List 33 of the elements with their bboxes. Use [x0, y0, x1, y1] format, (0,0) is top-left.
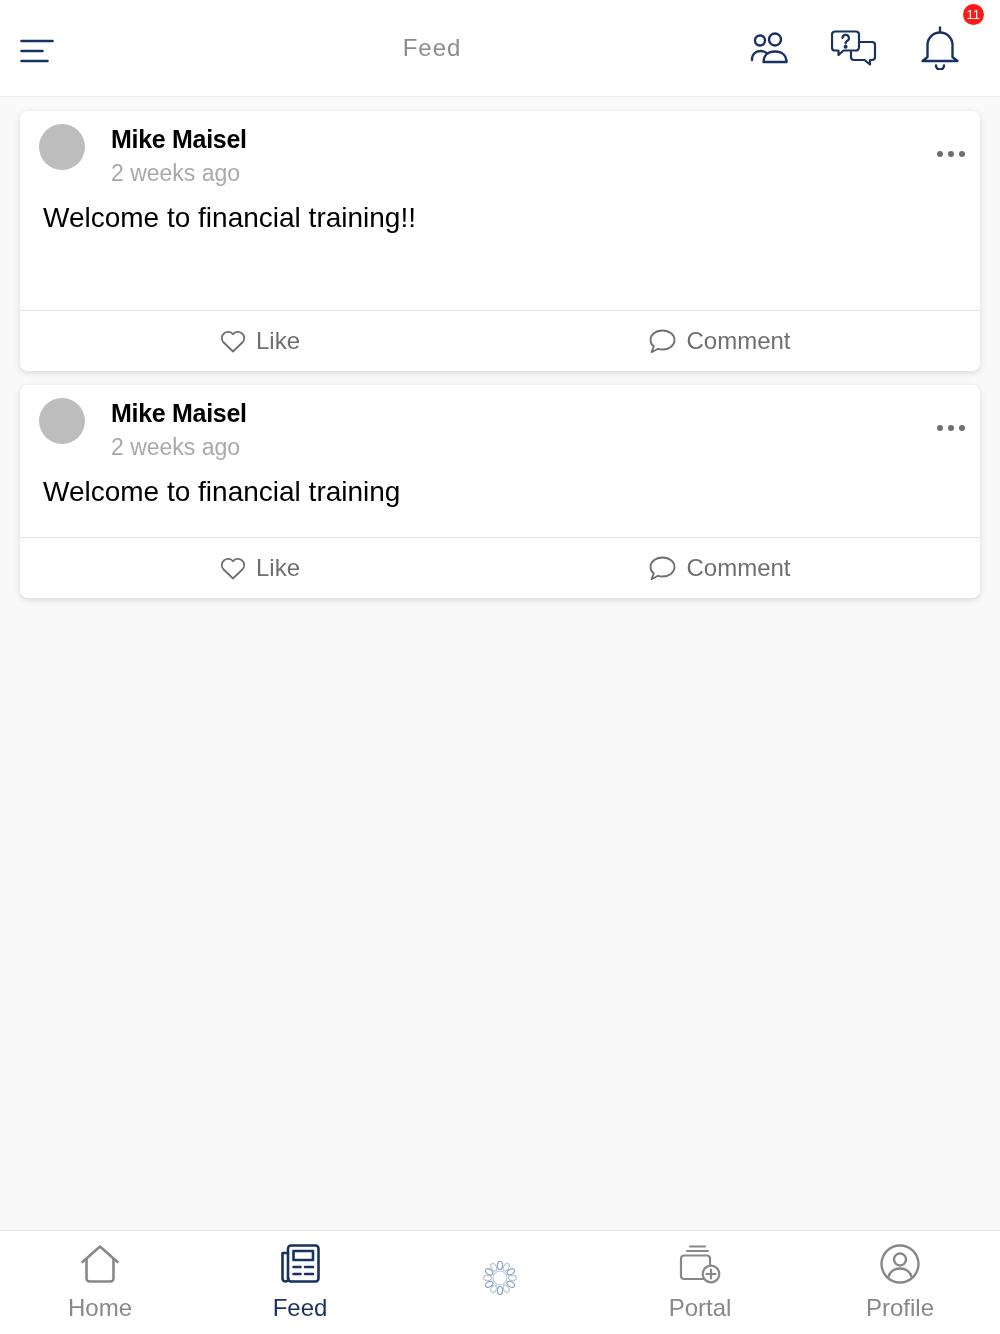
- avatar: [39, 124, 85, 170]
- speech-bubble-icon: [649, 555, 677, 581]
- spinner-icon[interactable]: [483, 1261, 517, 1295]
- heart-icon: [220, 329, 246, 353]
- post-time: 2 weeks ago: [111, 159, 242, 188]
- author-name: Mike Maisel: [111, 124, 248, 154]
- feed-tab[interactable]: Feed: [272, 1231, 328, 1334]
- post-text: Welcome to financial training!!: [43, 201, 417, 235]
- profile-tab[interactable]: Profile: [866, 1231, 934, 1334]
- folder-plus-icon: [679, 1244, 721, 1284]
- portal-tab[interactable]: Portal: [668, 1231, 732, 1334]
- profile-icon: [880, 1244, 920, 1284]
- comment-button[interactable]: Comment: [649, 326, 791, 356]
- newspaper-icon: [280, 1244, 320, 1284]
- page-title: Feed: [402, 33, 462, 63]
- speech-bubble-icon: [649, 328, 677, 354]
- like-button[interactable]: Like: [220, 326, 300, 356]
- author-name: Mike Maisel: [111, 398, 248, 428]
- house-icon: [80, 1244, 120, 1284]
- heart-icon: [220, 556, 246, 580]
- post-time: 2 weeks ago: [111, 433, 242, 462]
- question-chat-icon[interactable]: [831, 30, 877, 66]
- post-text: Welcome to financial training: [43, 475, 402, 509]
- more-options-icon[interactable]: [937, 151, 965, 157]
- menu-icon[interactable]: [20, 39, 54, 63]
- avatar: [39, 398, 85, 444]
- people-icon[interactable]: [750, 32, 788, 64]
- bell-icon[interactable]: [920, 26, 960, 70]
- comment-button[interactable]: Comment: [649, 553, 791, 583]
- like-button[interactable]: Like: [220, 553, 300, 583]
- home-tab[interactable]: Home: [68, 1231, 132, 1334]
- more-options-icon[interactable]: [937, 425, 965, 431]
- notification-badge: 11: [962, 4, 984, 25]
